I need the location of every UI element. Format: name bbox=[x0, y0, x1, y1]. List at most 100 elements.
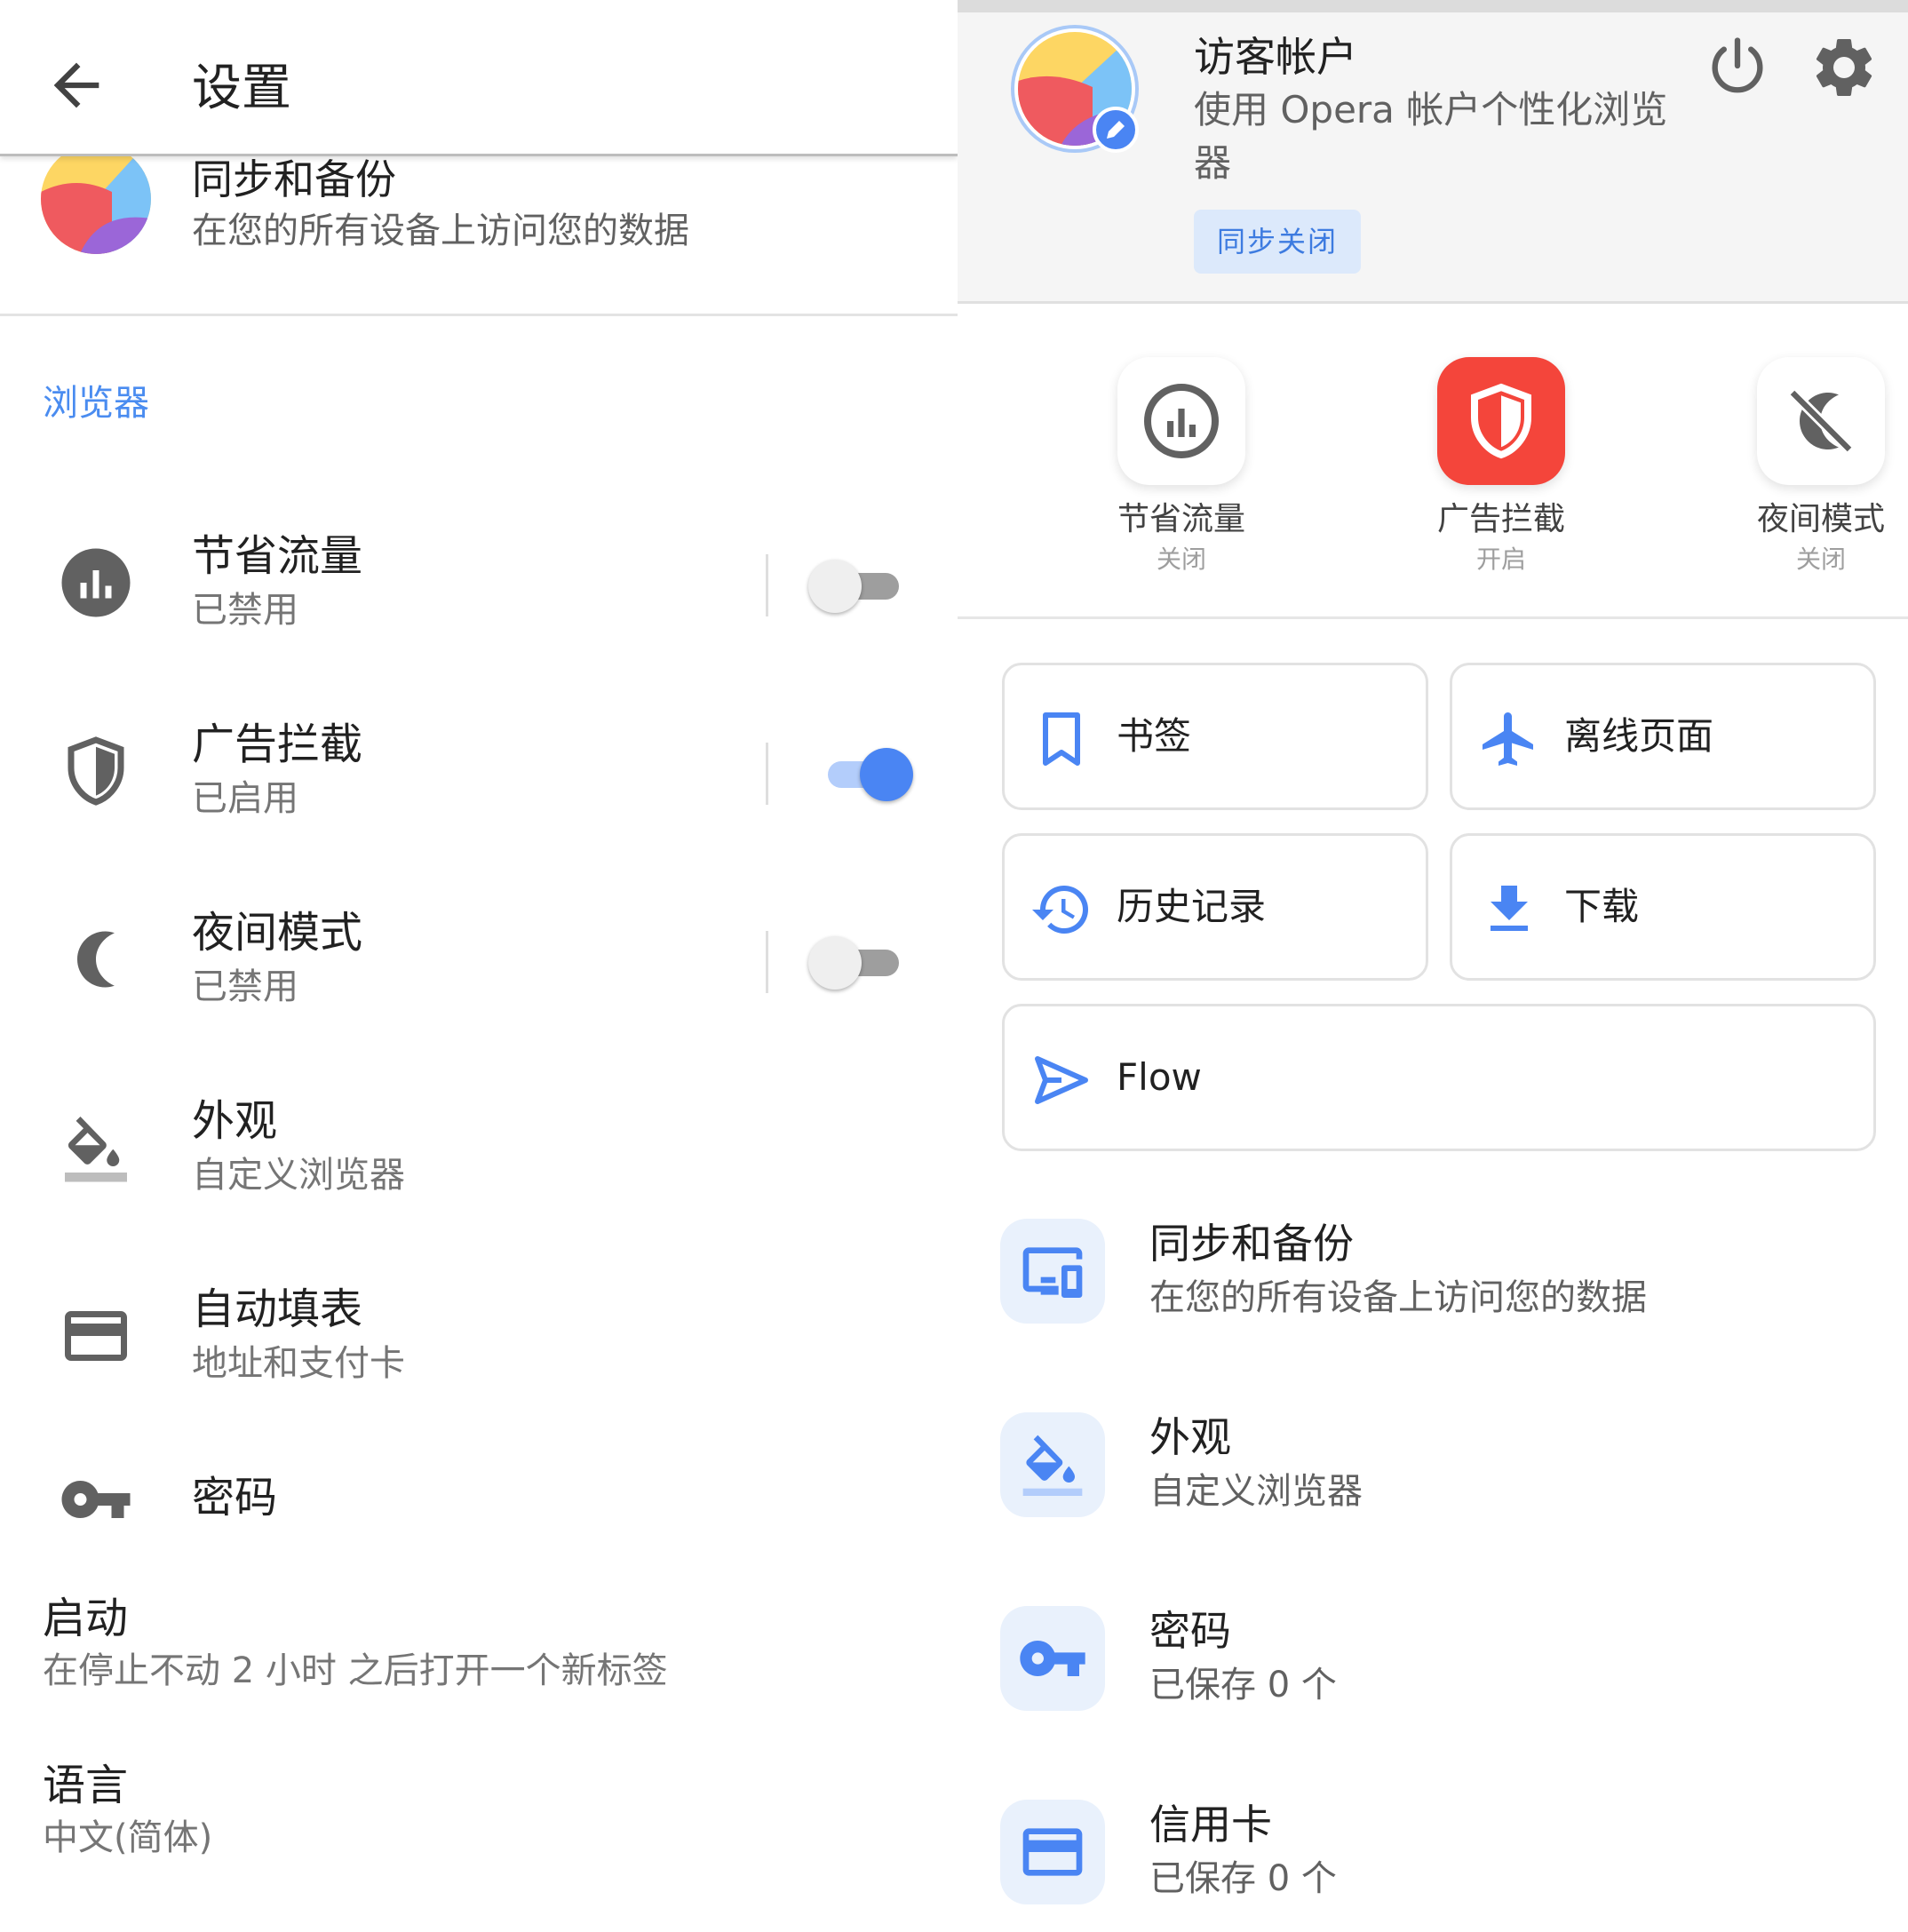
devices-icon bbox=[1022, 1247, 1083, 1298]
account-avatar-icon[interactable] bbox=[1011, 25, 1144, 158]
night-mode-off-icon bbox=[1788, 388, 1854, 454]
menu-row-passwords[interactable]: 密码 已保存 0 个 bbox=[958, 1606, 1908, 1766]
account-description: 使用 Opera 帐户个性化浏览器 bbox=[1194, 88, 1668, 185]
settings-sync-row[interactable]: 同步和备份 在您的所有设备上访问您的数据 bbox=[0, 156, 958, 316]
icon-box bbox=[1000, 1219, 1105, 1324]
settings-row-passwords[interactable]: 密码 bbox=[0, 1446, 958, 1553]
card-label: 历史记录 bbox=[1117, 885, 1267, 928]
bookmark-icon bbox=[1043, 712, 1080, 766]
row-subtitle: 已启用 bbox=[192, 778, 298, 819]
downloads-button[interactable]: 下载 bbox=[1450, 833, 1876, 981]
quick-data-savings[interactable]: 节省流量 关闭 bbox=[1046, 357, 1313, 588]
account-header: 访客帐户 使用 Opera 帐户个性化浏览器 同步关闭 bbox=[958, 12, 1908, 304]
settings-row-startup[interactable]: 启动 在停止不动 2 小时 之后打开一个新标签 bbox=[0, 1592, 958, 1707]
quick-label: 夜间模式 bbox=[1756, 501, 1885, 537]
ad-blocking-toggle[interactable] bbox=[815, 746, 913, 801]
menu-row-appearance[interactable]: 外观 自定义浏览器 bbox=[958, 1412, 1908, 1572]
moon-icon bbox=[77, 931, 115, 988]
key-icon bbox=[1020, 1641, 1085, 1676]
row-title: 节省流量 bbox=[192, 531, 363, 581]
bookmarks-button[interactable]: 书签 bbox=[1002, 663, 1428, 810]
card-label: 书签 bbox=[1117, 714, 1192, 758]
settings-row-language[interactable]: 语言 中文(简体) bbox=[0, 1759, 958, 1874]
settings-panel: 同步和备份 在您的所有设备上访问您的数据 设置 浏览器 节省流量 已禁用 广告拦… bbox=[0, 0, 958, 1932]
quick-label: 广告拦截 bbox=[1436, 501, 1565, 537]
row-subtitle: 已禁用 bbox=[192, 590, 298, 631]
row-title: 夜间模式 bbox=[192, 908, 363, 958]
card-label: 离线页面 bbox=[1564, 714, 1714, 758]
row-subtitle: 已保存 0 个 bbox=[1149, 1665, 1337, 1705]
row-title: 外观 bbox=[192, 1096, 278, 1146]
row-title: 外观 bbox=[1149, 1413, 1231, 1461]
settings-row-data-savings[interactable]: 节省流量 已禁用 bbox=[0, 505, 958, 661]
quick-ad-blocking-button[interactable] bbox=[1437, 357, 1565, 485]
row-title: 信用卡 bbox=[1149, 1801, 1272, 1849]
card-label: Flow bbox=[1117, 1055, 1202, 1099]
account-name: 访客帐户 bbox=[1194, 33, 1357, 81]
quick-status: 关闭 bbox=[1795, 545, 1846, 574]
send-icon bbox=[1035, 1056, 1088, 1104]
icon-box bbox=[1000, 1800, 1105, 1904]
flow-button[interactable]: Flow bbox=[1002, 1004, 1876, 1151]
credit-card-icon bbox=[1022, 1828, 1083, 1876]
quick-night-mode-button[interactable] bbox=[1757, 357, 1885, 485]
icon-box bbox=[1000, 1412, 1105, 1517]
menu-panel: 访客帐户 使用 Opera 帐户个性化浏览器 同步关闭 节省流量 关闭 广告拦截… bbox=[958, 0, 1908, 1932]
quick-status: 关闭 bbox=[1156, 545, 1206, 574]
row-title: 语言 bbox=[43, 1761, 129, 1810]
sync-title: 同步和备份 bbox=[192, 155, 396, 203]
settings-row-ad-blocking[interactable]: 广告拦截 已启用 bbox=[0, 693, 958, 849]
paint-bucket-icon bbox=[65, 1117, 127, 1182]
quick-data-savings-button[interactable] bbox=[1117, 357, 1245, 485]
shield-icon bbox=[68, 736, 124, 806]
history-icon bbox=[1032, 886, 1088, 934]
quick-ad-blocking[interactable]: 广告拦截 开启 bbox=[1366, 357, 1633, 588]
credit-card-icon bbox=[65, 1311, 127, 1361]
offline-pages-button[interactable]: 离线页面 bbox=[1450, 663, 1876, 810]
back-arrow-icon[interactable] bbox=[43, 52, 110, 119]
row-subtitle: 地址和支付卡 bbox=[192, 1343, 405, 1384]
night-mode-toggle[interactable] bbox=[808, 934, 906, 990]
quick-status: 开启 bbox=[1475, 545, 1526, 574]
row-title: 启动 bbox=[43, 1594, 129, 1643]
row-subtitle: 自定义浏览器 bbox=[1149, 1471, 1363, 1512]
app-bar: 设置 bbox=[0, 0, 958, 156]
sync-status-badge[interactable]: 同步关闭 bbox=[1194, 210, 1362, 274]
gear-icon[interactable] bbox=[1809, 32, 1880, 103]
menu-row-sync[interactable]: 同步和备份 在您的所有设备上访问您的数据 bbox=[958, 1219, 1908, 1379]
airplane-icon bbox=[1483, 712, 1533, 766]
power-icon[interactable] bbox=[1704, 32, 1771, 99]
data-savings-icon bbox=[1144, 384, 1219, 458]
section-divider bbox=[958, 616, 1908, 619]
row-title: 密码 bbox=[1149, 1607, 1231, 1655]
paint-bucket-icon bbox=[1022, 1435, 1083, 1496]
history-button[interactable]: 历史记录 bbox=[1002, 833, 1428, 981]
page-title: 设置 bbox=[192, 60, 291, 117]
row-divider bbox=[766, 743, 768, 805]
row-title: 广告拦截 bbox=[192, 720, 363, 769]
row-subtitle: 在停止不动 2 小时 之后打开一个新标签 bbox=[43, 1650, 668, 1691]
account-avatar-icon bbox=[41, 156, 151, 254]
data-savings-icon bbox=[61, 548, 131, 617]
settings-row-autofill[interactable]: 自动填表 地址和支付卡 bbox=[0, 1258, 958, 1414]
key-icon bbox=[61, 1481, 131, 1518]
row-divider bbox=[766, 554, 768, 616]
settings-row-appearance[interactable]: 外观 自定义浏览器 bbox=[0, 1069, 958, 1226]
row-title: 密码 bbox=[192, 1473, 278, 1523]
card-label: 下载 bbox=[1564, 885, 1640, 928]
row-subtitle: 已保存 0 个 bbox=[1149, 1858, 1337, 1899]
data-savings-toggle[interactable] bbox=[808, 558, 906, 613]
quick-night-mode[interactable]: 夜间模式 关闭 bbox=[1686, 357, 1908, 588]
download-icon bbox=[1491, 886, 1528, 931]
row-divider bbox=[766, 931, 768, 993]
settings-row-night-mode[interactable]: 夜间模式 已禁用 bbox=[0, 881, 958, 1038]
top-edge bbox=[958, 0, 1908, 12]
row-title: 自动填表 bbox=[192, 1284, 363, 1334]
row-title: 同步和备份 bbox=[1149, 1220, 1354, 1268]
row-subtitle: 自定义浏览器 bbox=[192, 1155, 405, 1196]
menu-row-credit-cards[interactable]: 信用卡 已保存 0 个 bbox=[958, 1800, 1908, 1932]
section-header-browser: 浏览器 bbox=[43, 383, 149, 424]
icon-box bbox=[1000, 1606, 1105, 1711]
row-subtitle: 在您的所有设备上访问您的数据 bbox=[1149, 1277, 1647, 1318]
sync-subtitle: 在您的所有设备上访问您的数据 bbox=[192, 211, 689, 251]
